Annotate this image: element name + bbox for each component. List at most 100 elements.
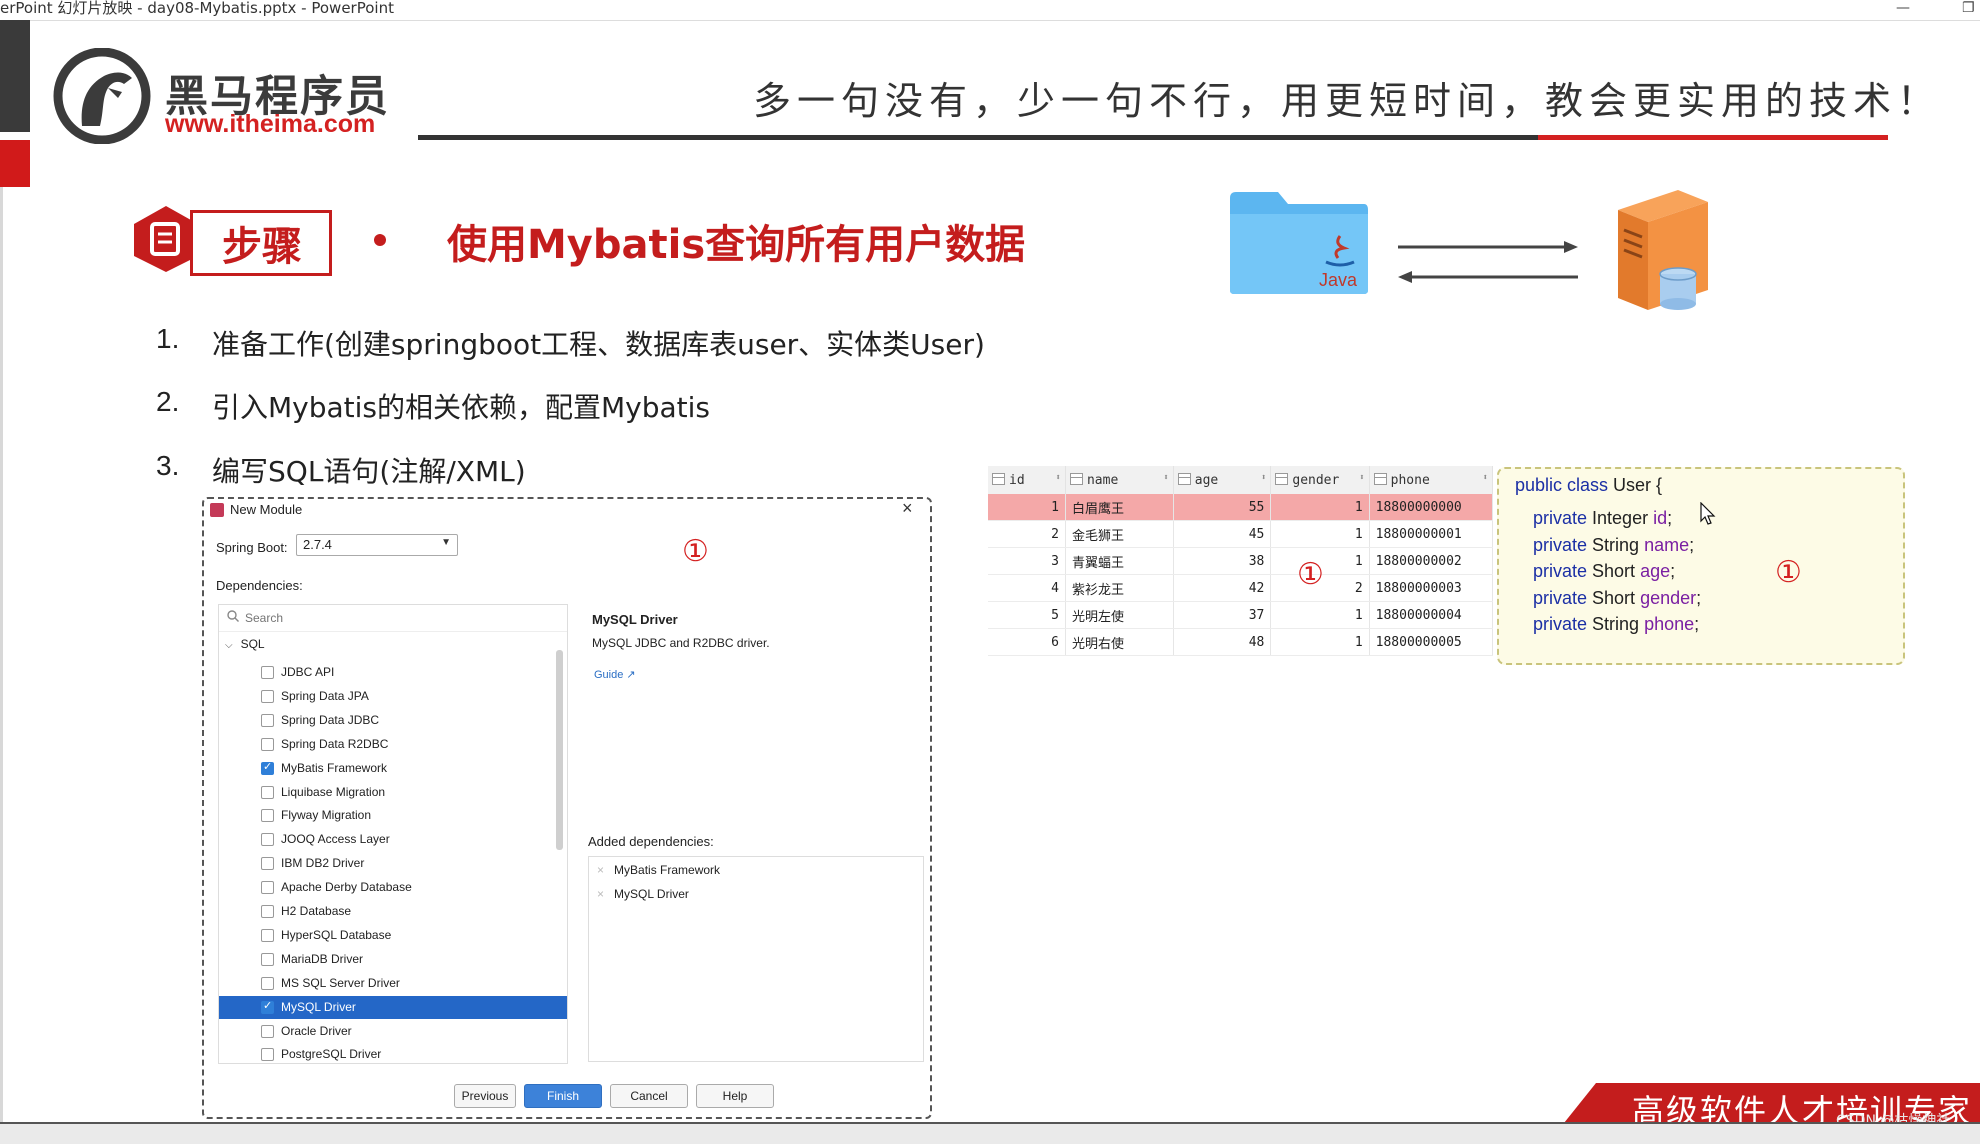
- table-row[interactable]: 4 紫衫龙王 42 2 18800000003: [988, 574, 1494, 602]
- column-header[interactable]: name ⬍: [1065, 466, 1174, 494]
- marker-circle-one: ①: [1297, 557, 1324, 592]
- dependency-checkbox[interactable]: [261, 999, 274, 1014]
- column-header[interactable]: gender ⬍: [1270, 466, 1370, 494]
- sort-icon[interactable]: ⬍: [1163, 473, 1168, 483]
- dependency-checkbox[interactable]: [261, 666, 274, 679]
- table-cell: 青翼蝠王: [1065, 547, 1174, 575]
- column-header[interactable]: phone ⬍: [1369, 466, 1494, 494]
- dependency-item[interactable]: MS SQL Server Driver: [219, 972, 567, 995]
- dependency-item[interactable]: Apache Derby Database: [219, 876, 567, 899]
- dialog-title: New Module: [230, 502, 303, 517]
- table-cell: 金毛狮王: [1065, 520, 1174, 548]
- dependency-checkbox[interactable]: [261, 953, 274, 966]
- dependency-scrollbar[interactable]: [556, 650, 563, 850]
- database-server-icon: [1618, 190, 1708, 310]
- table-cell: 3: [988, 547, 1066, 575]
- dependency-item[interactable]: PostgreSQL Driver: [219, 1043, 567, 1063]
- remove-icon[interactable]: ×: [597, 887, 604, 901]
- code-keyword: public class: [1515, 475, 1609, 495]
- code-token: phone: [1644, 614, 1695, 634]
- code-token: name: [1644, 534, 1690, 555]
- dependency-item[interactable]: Spring Data R2DBC: [219, 733, 567, 756]
- dependency-item[interactable]: HyperSQL Database: [219, 924, 567, 947]
- dependency-label: JDBC API: [281, 665, 335, 679]
- marker-circle-one: ①: [682, 534, 709, 569]
- column-icon: [1275, 472, 1289, 485]
- table-cell: 42: [1173, 574, 1272, 602]
- table-cell: 55: [1173, 494, 1272, 521]
- dependency-checkbox[interactable]: [261, 760, 274, 775]
- brand-url: www.itheima.com: [165, 110, 376, 138]
- code-token: ;: [1694, 614, 1700, 634]
- dependency-item[interactable]: Spring Data JPA: [219, 685, 567, 708]
- dependency-checkbox[interactable]: [261, 833, 274, 846]
- slide-heading: 使用Mybatis查询所有用户数据: [447, 222, 1026, 268]
- sort-icon[interactable]: ⬍: [1359, 473, 1364, 483]
- spring-boot-version-select[interactable]: 2.7.4 ▼: [296, 534, 458, 556]
- code-token: String: [1587, 614, 1645, 634]
- dependency-checkbox[interactable]: [261, 905, 274, 918]
- table-row[interactable]: 6 光明右使 48 1 18800000005: [988, 628, 1494, 656]
- dependency-checkbox[interactable]: [261, 1048, 274, 1061]
- column-icon: [1373, 472, 1387, 485]
- code-token: Integer: [1587, 508, 1654, 528]
- added-dependency-label: MyBatis Framework: [614, 863, 721, 877]
- restore-button[interactable]: ❐: [1962, 0, 1975, 16]
- column-header[interactable]: id ⬍: [988, 466, 1066, 494]
- dependency-item[interactable]: MariaDB Driver: [219, 948, 567, 971]
- column-header[interactable]: age ⬍: [1173, 466, 1272, 494]
- table-row[interactable]: 3 青翼蝠王 38 1 18800000002: [988, 547, 1494, 575]
- dependency-detail-title: MySQL Driver: [592, 612, 678, 627]
- minimize-button[interactable]: —: [1896, 0, 1910, 16]
- previous-button[interactable]: Previous: [454, 1084, 516, 1108]
- dependency-item[interactable]: Liquibase Migration: [219, 781, 567, 804]
- guide-link[interactable]: Guide ↗: [594, 668, 636, 681]
- dependency-checkbox[interactable]: [261, 809, 274, 822]
- dependency-item[interactable]: IBM DB2 Driver: [219, 852, 567, 875]
- code-field-line: private String phone;: [1533, 614, 1699, 635]
- remove-icon[interactable]: ×: [597, 863, 604, 877]
- dependency-checkbox[interactable]: [261, 857, 274, 870]
- dependency-checkbox[interactable]: [261, 690, 274, 703]
- dependency-item[interactable]: Spring Data JDBC: [219, 709, 567, 732]
- table-row[interactable]: 5 光明左使 37 1 18800000004: [988, 601, 1494, 629]
- dependency-item[interactable]: JDBC API: [219, 661, 567, 684]
- dependency-checkbox[interactable]: [261, 738, 274, 751]
- dependency-checkbox[interactable]: [261, 786, 274, 799]
- dependency-item[interactable]: MySQL Driver: [219, 996, 567, 1019]
- search-input[interactable]: [245, 609, 545, 627]
- dependency-detail-description: MySQL JDBC and R2DBC driver.: [592, 636, 770, 650]
- dependency-item[interactable]: MyBatis Framework: [219, 757, 567, 780]
- dependency-checkbox[interactable]: [261, 977, 274, 990]
- dependency-label: H2 Database: [281, 904, 352, 918]
- table-cell: 紫衫龙王: [1065, 574, 1174, 602]
- column-header-label: phone: [1390, 472, 1430, 488]
- dependency-item[interactable]: JOOQ Access Layer: [219, 828, 567, 851]
- code-field-line: private Short gender;: [1533, 588, 1701, 609]
- dependency-item[interactable]: H2 Database: [219, 900, 567, 923]
- table-row[interactable]: 1 白眉鹰王 55 1 18800000000: [988, 494, 1494, 521]
- dependency-item[interactable]: Flyway Migration: [219, 804, 567, 827]
- dependency-label: Oracle Driver: [281, 1024, 352, 1038]
- sort-icon[interactable]: ⬍: [1261, 473, 1266, 483]
- dependency-checkbox[interactable]: [261, 714, 274, 727]
- tree-group-sql[interactable]: ⌵ SQL: [225, 637, 265, 651]
- table-cell: 18800000000: [1369, 494, 1494, 521]
- sort-icon[interactable]: ⬍: [1483, 473, 1488, 483]
- close-icon[interactable]: ×: [902, 498, 913, 519]
- dependency-item[interactable]: Oracle Driver: [219, 1020, 567, 1043]
- code-token: ;: [1667, 508, 1673, 528]
- finish-button[interactable]: Finish: [524, 1084, 602, 1108]
- table-cell: 1: [988, 494, 1066, 521]
- dependency-checkbox[interactable]: [261, 1025, 274, 1038]
- dependency-label: Spring Data JPA: [281, 689, 369, 703]
- table-row[interactable]: 2 金毛狮王 45 1 18800000001: [988, 520, 1494, 548]
- table-cell: 48: [1173, 628, 1272, 656]
- sort-icon[interactable]: ⬍: [1056, 473, 1061, 483]
- dependency-checkbox[interactable]: [261, 929, 274, 942]
- code-text: User {: [1608, 475, 1663, 495]
- dependency-checkbox[interactable]: [261, 881, 274, 894]
- help-button[interactable]: Help: [696, 1084, 774, 1108]
- cancel-button[interactable]: Cancel: [610, 1084, 688, 1108]
- left-edge: [0, 187, 3, 1122]
